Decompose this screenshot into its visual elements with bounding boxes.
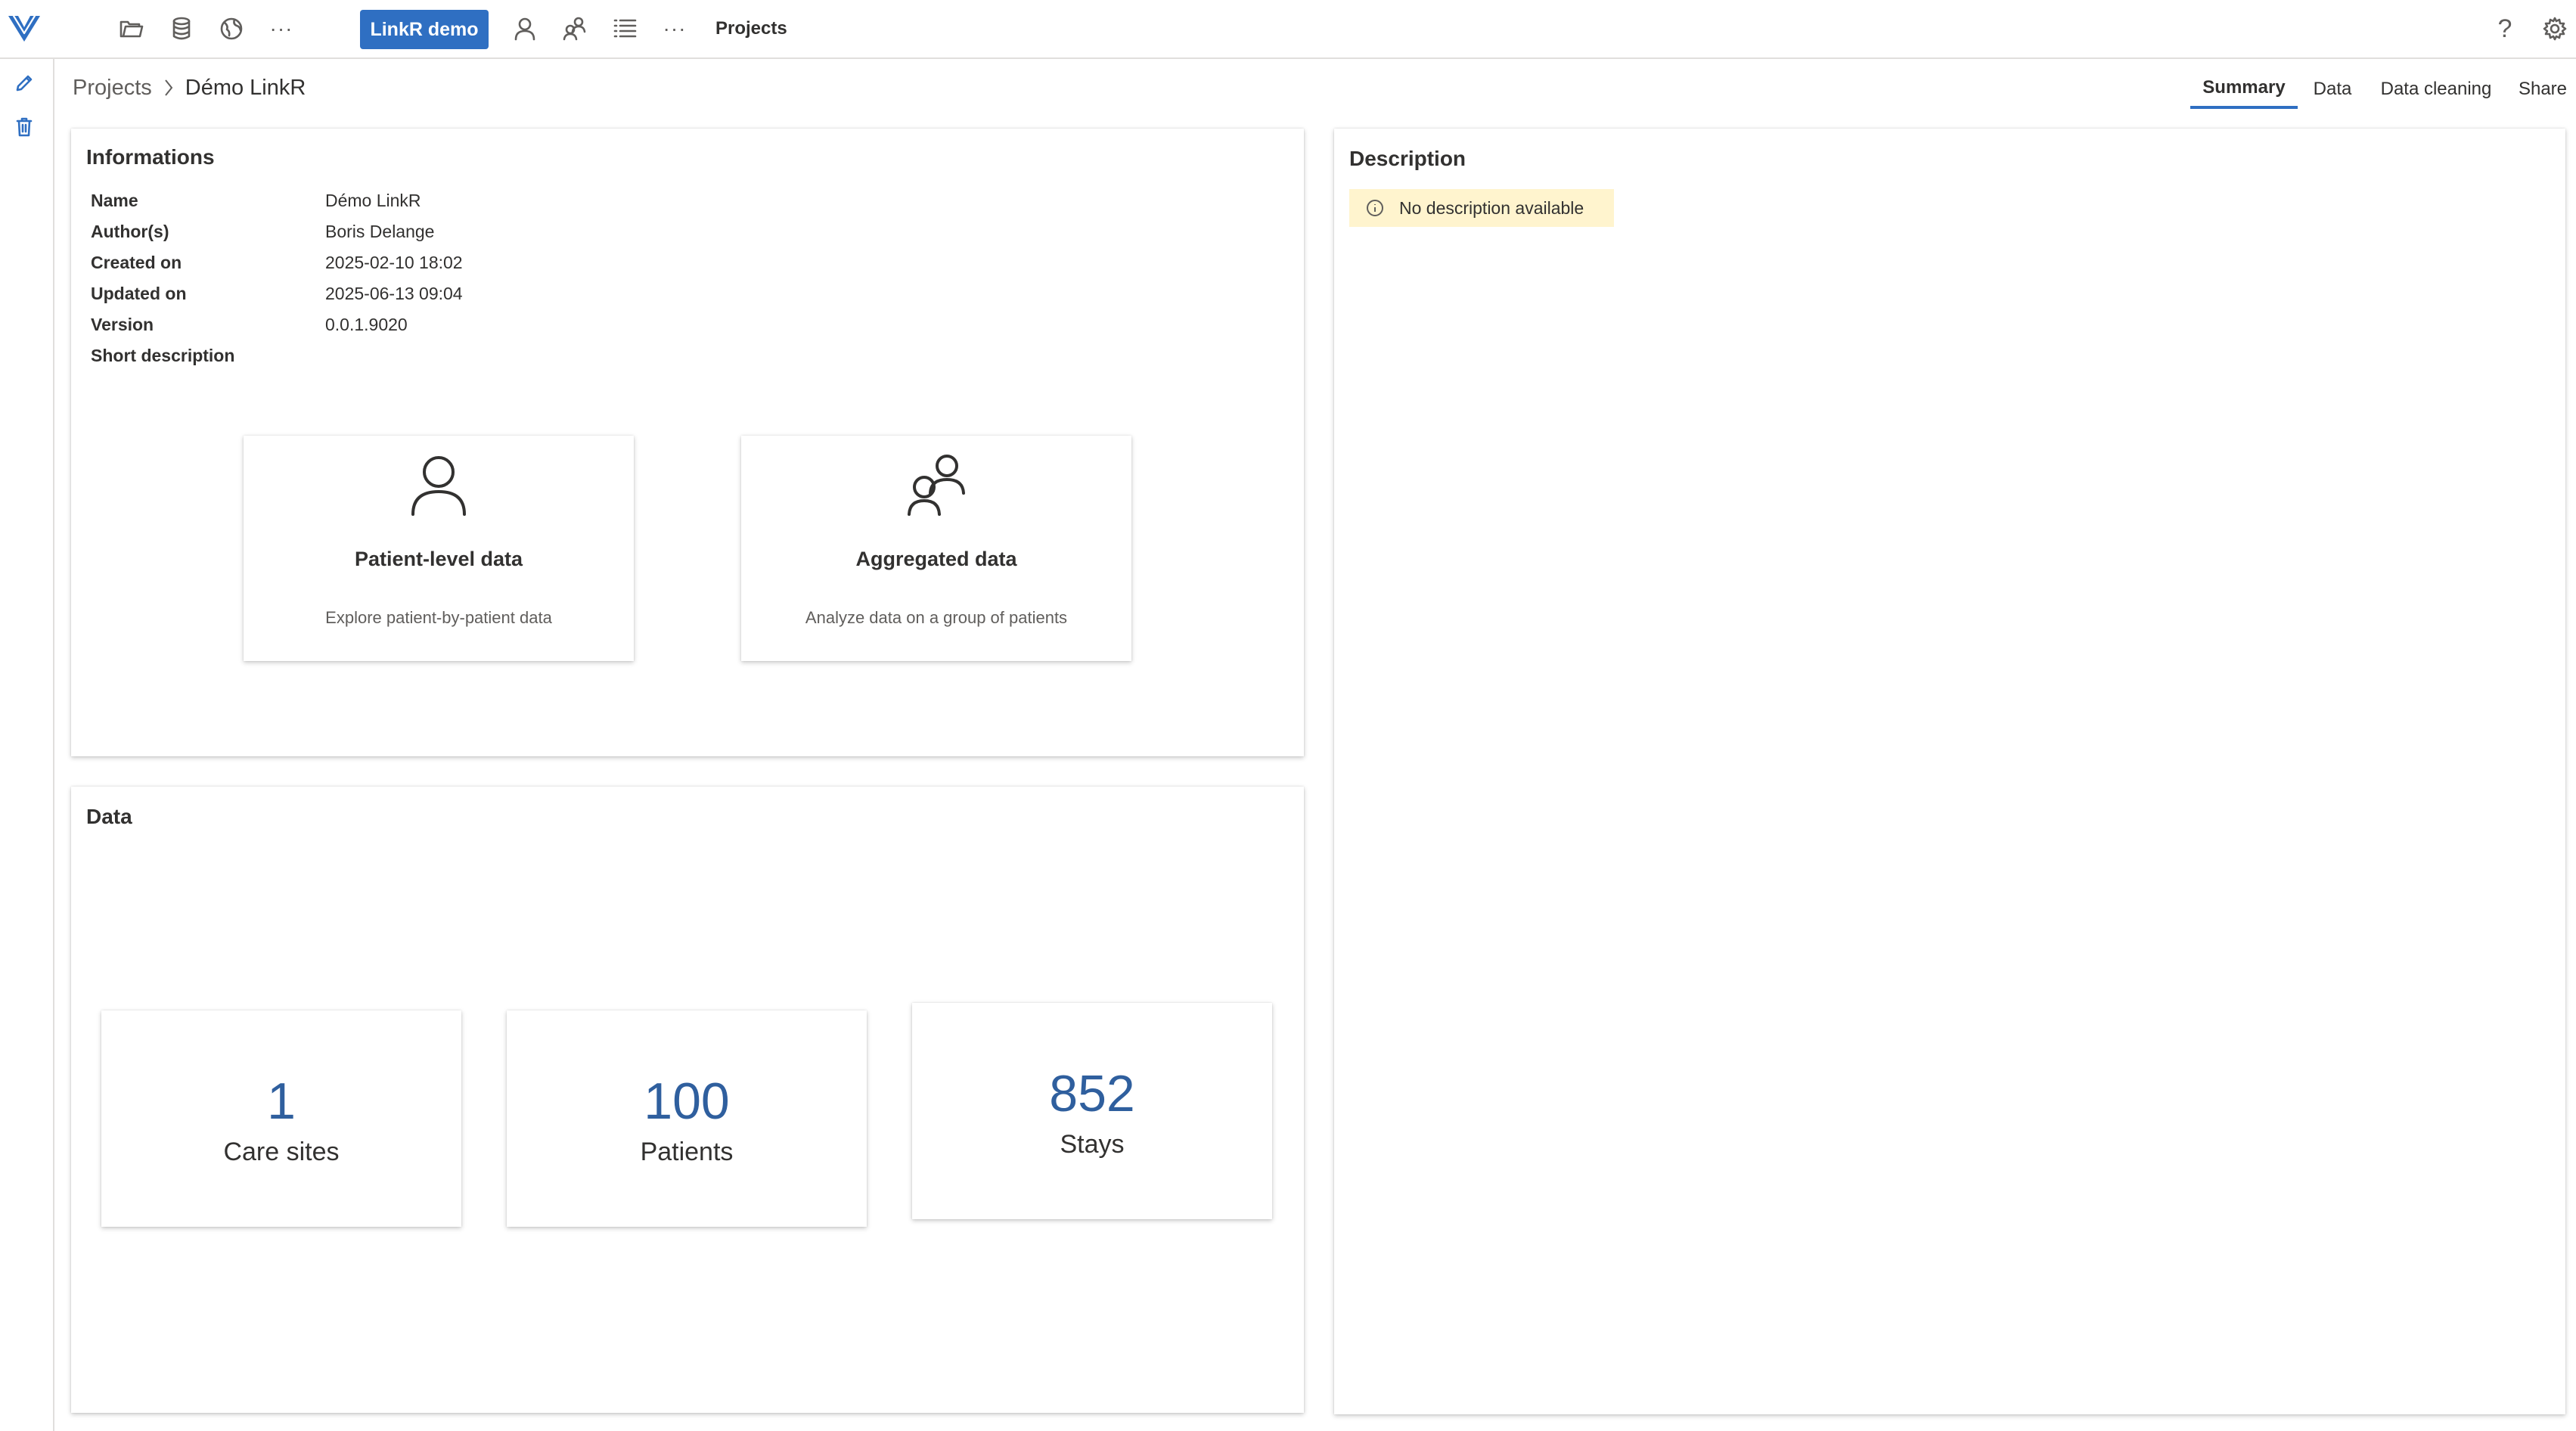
info-icon bbox=[1367, 200, 1383, 216]
stat-label: Patients bbox=[640, 1138, 734, 1166]
people-icon bbox=[741, 452, 1131, 516]
stat-value: 852 bbox=[1049, 1065, 1135, 1122]
tab-data-cleaning[interactable]: Data cleaning bbox=[2373, 70, 2499, 109]
people-icon[interactable] bbox=[558, 0, 591, 57]
list-icon[interactable] bbox=[608, 0, 641, 57]
stat-label: Stays bbox=[1060, 1130, 1125, 1159]
info-value: Boris Delange bbox=[325, 222, 435, 241]
info-value: Démo LinkR bbox=[325, 191, 421, 210]
tile-subtitle: Analyze data on a group of patients bbox=[805, 608, 1068, 627]
person-icon bbox=[244, 452, 634, 516]
data-title: Data bbox=[86, 805, 132, 828]
info-value: 2025-02-10 18:02 bbox=[325, 253, 463, 272]
person-icon[interactable] bbox=[508, 0, 542, 57]
info-value: 2025-06-13 09:04 bbox=[325, 284, 463, 303]
description-title: Description bbox=[1349, 147, 1466, 170]
more-icon[interactable]: ··· bbox=[658, 0, 691, 57]
no-description-message: No description available bbox=[1349, 189, 1614, 227]
edit-icon[interactable] bbox=[11, 70, 38, 97]
help-icon[interactable]: ? bbox=[2488, 0, 2522, 57]
breadcrumb: Projects Démo LinkR bbox=[73, 73, 306, 103]
more-icon[interactable]: ··· bbox=[265, 0, 298, 57]
info-key: Author(s) bbox=[91, 222, 169, 241]
section-title: Projects bbox=[715, 18, 787, 39]
stat-stays: 852 Stays bbox=[912, 1003, 1272, 1219]
chevron-right-icon bbox=[163, 78, 175, 98]
info-key: Created on bbox=[91, 253, 182, 272]
tile-subtitle: Explore patient-by-patient data bbox=[325, 608, 552, 627]
breadcrumb-current: Démo LinkR bbox=[185, 75, 306, 100]
info-key: Updated on bbox=[91, 284, 187, 303]
gear-icon[interactable] bbox=[2538, 0, 2571, 57]
delete-icon[interactable] bbox=[11, 113, 38, 141]
stat-label: Care sites bbox=[223, 1138, 340, 1166]
tab-summary[interactable]: Summary bbox=[2190, 70, 2298, 109]
patient-level-data-tile[interactable]: Patient-level data Explore patient-by-pa… bbox=[244, 436, 634, 661]
info-key: Short description bbox=[91, 346, 235, 365]
logo-icon[interactable] bbox=[3, 0, 45, 57]
left-rail bbox=[0, 59, 54, 1431]
top-bar: ··· LinkR demo ··· Projects ? bbox=[0, 0, 2576, 59]
breadcrumb-projects-link[interactable]: Projects bbox=[73, 76, 152, 101]
tab-share[interactable]: Share bbox=[2512, 70, 2573, 109]
project-chip[interactable]: LinkR demo bbox=[360, 10, 489, 49]
message-text: No description available bbox=[1399, 197, 1584, 218]
description-card: Description No description available bbox=[1334, 129, 2565, 1414]
stat-care-sites: 1 Care sites bbox=[101, 1010, 461, 1227]
folder-icon[interactable] bbox=[115, 0, 148, 57]
info-value: 0.0.1.9020 bbox=[325, 315, 408, 334]
stat-value: 1 bbox=[267, 1072, 296, 1130]
data-card: Data 1 Care sites 100 Patients 852 Stays bbox=[71, 787, 1304, 1413]
globe-icon[interactable] bbox=[215, 0, 248, 57]
info-key: Version bbox=[91, 315, 154, 334]
tab-data[interactable]: Data bbox=[2307, 70, 2358, 109]
info-key: Name bbox=[91, 191, 138, 210]
database-icon[interactable] bbox=[165, 0, 198, 57]
aggregated-data-tile[interactable]: Aggregated data Analyze data on a group … bbox=[741, 436, 1131, 661]
stat-value: 100 bbox=[644, 1072, 730, 1130]
tile-title: Aggregated data bbox=[855, 548, 1017, 570]
informations-card: Informations Name Démo LinkR Author(s) B… bbox=[71, 129, 1304, 756]
informations-title: Informations bbox=[86, 145, 215, 169]
tile-title: Patient-level data bbox=[354, 548, 523, 570]
stat-patients: 100 Patients bbox=[507, 1010, 867, 1227]
